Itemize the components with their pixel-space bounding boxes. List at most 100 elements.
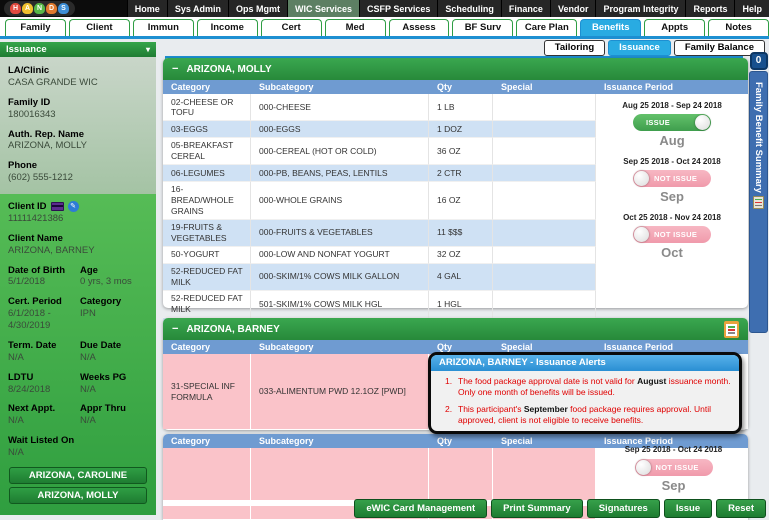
subcategory-cell: 000-CEREAL (HOT OR COLD) [251, 138, 429, 165]
view-tab[interactable]: Issuance [608, 40, 671, 56]
toggle-label: NOT ISSUE [654, 170, 697, 187]
field-value: N/A [8, 415, 76, 427]
sidebar-section-title: Issuance [6, 44, 47, 55]
action-button[interactable]: Reset [716, 499, 766, 518]
hands-logo-letter: D [46, 3, 57, 14]
issue-toggle[interactable]: NOT ISSUE [633, 170, 711, 187]
clipboard-icon[interactable] [724, 321, 739, 338]
top-menu-item[interactable]: Program Integrity [595, 0, 685, 17]
column-header: Category [163, 80, 251, 94]
subcategory-cell: 000-PB, BEANS, PEAS, LENTILS [251, 165, 429, 182]
module-tab[interactable]: BF Surv [452, 19, 513, 36]
sidebar-section-header[interactable]: Issuance ▾ [0, 42, 156, 57]
top-menu-item[interactable]: Vendor [550, 0, 596, 17]
module-tab[interactable]: Client [69, 19, 130, 36]
qty-cell: 1 LB [429, 94, 493, 121]
sidebar-field: Appr Thru N/A [80, 403, 148, 427]
field-value: N/A [80, 352, 148, 364]
module-tab[interactable]: Assess [389, 19, 450, 36]
module-tab[interactable]: Immun [133, 19, 194, 36]
module-tab[interactable]: Family [5, 19, 66, 36]
toggle-knob[interactable] [634, 227, 649, 242]
module-tab[interactable]: Care Plan [516, 19, 577, 36]
subcategory-cell: 501-SKIM/1% COWS MILK HGL [251, 291, 429, 318]
issuance-date-range: Aug 25 2018 - Sep 24 2018 [596, 101, 748, 110]
family-benefit-summary-button[interactable]: Family Benefit Summary [749, 71, 768, 333]
module-tab-bar: FamilyClientImmunIncomeCertMedAssessBF S… [0, 17, 769, 39]
action-button-bar: eWIC Card ManagementPrint SummarySignatu… [354, 499, 766, 518]
panel-title: ARIZONA, BARNEY [186, 324, 279, 335]
toggle-knob[interactable] [636, 460, 651, 475]
table-row: 02-CHEESE OR TOFU 000-CHEESE 1 LB [163, 94, 596, 121]
action-button[interactable]: eWIC Card Management [354, 499, 487, 518]
top-menu-item[interactable]: Help [734, 0, 769, 17]
subcategory-cell: 000-WHOLE GRAINS [251, 182, 429, 220]
column-header: Category [163, 434, 251, 448]
sidebar-field: Date of Birth 5/1/2018 [8, 265, 76, 289]
top-menu-item[interactable]: Reports [685, 0, 734, 17]
category-cell: 03-EGGS [163, 121, 251, 138]
toggle-knob[interactable] [634, 171, 649, 186]
top-menu-item[interactable]: Sys Admin [167, 0, 228, 17]
alert-item: 1. The food package approval date is not… [437, 376, 733, 399]
top-menu-item[interactable]: Finance [501, 0, 550, 17]
sidebar: Issuance ▾ LA/Clinic CASA GRANDE WIC Fam… [0, 42, 156, 515]
field-label: Category [80, 296, 148, 308]
sidebar-field: LA/Clinic CASA GRANDE WIC [8, 65, 148, 89]
category-cell: 19-FRUITS & VEGETABLES [163, 220, 251, 247]
issuance-alerts-popup: ARIZONA, BARNEY - Issuance Alerts 1. The… [428, 352, 742, 434]
collapse-icon[interactable]: − [172, 323, 178, 335]
popup-title: ARIZONA, BARNEY - Issuance Alerts [431, 355, 739, 371]
module-tab[interactable]: Appts [644, 19, 705, 36]
action-button[interactable]: Print Summary [491, 499, 583, 518]
benefit-rows: 02-CHEESE OR TOFU 000-CHEESE 1 LB 03-EGG… [163, 94, 596, 335]
module-tab[interactable]: Cert [261, 19, 322, 36]
special-cell [493, 291, 596, 318]
action-button[interactable]: Issue [664, 499, 712, 518]
issue-toggle[interactable]: NOT ISSUE [633, 226, 711, 243]
collapse-icon[interactable]: − [172, 63, 178, 75]
view-tab[interactable]: Tailoring [544, 40, 605, 56]
sidebar-field: Auth. Rep. Name ARIZONA, MOLLY [8, 129, 148, 153]
sidebar-field: Age 0 yrs, 3 mos [80, 265, 148, 289]
special-cell [493, 220, 596, 247]
edit-pencil-icon[interactable]: ✎ [68, 201, 79, 212]
family-member-button[interactable]: ARIZONA, MOLLY [9, 487, 147, 504]
module-tab[interactable]: Income [197, 19, 258, 36]
family-member-button[interactable]: ARIZONA, CAROLINE [9, 467, 147, 484]
table-row: Sep 25 2018 - Oct 24 2018 NOT ISSUE Sep [163, 448, 748, 500]
field-value: ARIZONA, MOLLY [8, 140, 148, 152]
summary-count-badge[interactable]: 0 [750, 52, 768, 70]
issuance-month: Sep [604, 478, 743, 494]
client-name-value: ARIZONA, BARNEY [8, 245, 148, 257]
top-menu-bar: HANDS HomeSys AdminOps MgmtWIC ServicesC… [0, 0, 769, 17]
issue-toggle[interactable]: ISSUE [633, 114, 711, 131]
top-menu-item[interactable]: WIC Services [287, 0, 359, 17]
view-tab-bar: TailoringIssuanceFamily Balance [160, 40, 765, 56]
top-menu-item[interactable]: Ops Mgmt [228, 0, 287, 17]
issue-toggle[interactable]: NOT ISSUE [635, 459, 713, 476]
special-cell [493, 182, 596, 220]
action-button[interactable]: Signatures [587, 499, 660, 518]
module-tab[interactable]: Notes [708, 19, 769, 36]
field-label: Wait Listed On [8, 435, 148, 447]
issuance-block-sep: Sep 25 2018 - Oct 24 2018 NOT ISSUE Sep [596, 157, 748, 204]
chevron-down-icon[interactable]: ▾ [146, 45, 150, 54]
table-row: 05-BREAKFAST CEREAL 000-CEREAL (HOT OR C… [163, 138, 596, 165]
top-menu-item[interactable]: Scheduling [437, 0, 501, 17]
category-cell: 52-REDUCED FAT MILK [163, 264, 251, 291]
module-tab[interactable]: Med [325, 19, 386, 36]
sidebar-field: Family ID 180016343 [8, 97, 148, 121]
wait-listed-field: Wait Listed On N/A [8, 435, 148, 459]
field-label: Next Appt. [8, 403, 76, 415]
top-menu-item[interactable]: Home [127, 0, 167, 17]
issuance-date-range: Sep 25 2018 - Oct 24 2018 [604, 445, 743, 455]
toggle-knob[interactable] [695, 115, 710, 130]
qty-cell: 36 OZ [429, 138, 493, 165]
field-label: Cert. Period [8, 296, 76, 308]
top-menu-item[interactable]: CSFP Services [359, 0, 437, 17]
subcategory-cell: 000-FRUITS & VEGETABLES [251, 220, 429, 247]
module-tab[interactable]: Benefits [580, 19, 641, 36]
sidebar-family-info: LA/Clinic CASA GRANDE WIC Family ID 1800… [0, 57, 156, 194]
special-cell [493, 121, 596, 138]
